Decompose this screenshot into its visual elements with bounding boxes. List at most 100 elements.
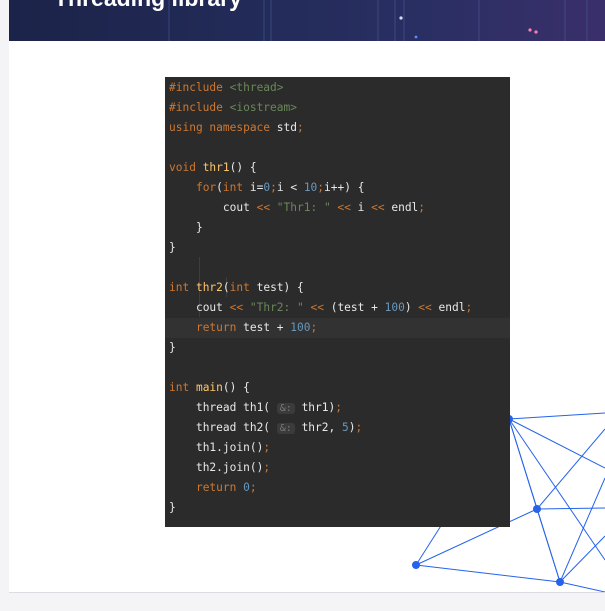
code-token: "Thr1: " — [276, 201, 331, 214]
code-token: #include — [169, 81, 230, 94]
code-line-text: } — [169, 338, 176, 358]
code-token: 0 — [243, 481, 250, 494]
code-token: i < — [276, 181, 304, 194]
code-token: ; — [263, 441, 271, 454]
code-token: ; — [465, 301, 473, 314]
code-line: cout << "Thr1: " << i << endl; — [165, 198, 510, 218]
code-token: cout — [222, 201, 257, 214]
code-token: ; — [263, 461, 271, 474]
code-token: << — [418, 301, 439, 314]
code-token: "Thr2: " — [249, 301, 304, 314]
code-line: } — [165, 338, 510, 358]
code-token: int — [222, 181, 250, 194]
code-line: } — [165, 238, 510, 258]
code-line: return 0; — [165, 478, 510, 498]
code-token: th2.join() — [195, 461, 264, 474]
code-line: thread th1( &: thr1); — [165, 398, 510, 418]
code-token: ; — [249, 481, 257, 494]
code-token: endl — [438, 301, 466, 314]
code-token: #include — [169, 101, 230, 114]
code-line: return test + 100; — [165, 318, 510, 338]
code-line: for(int i=0;i < 10;i++) { — [165, 178, 510, 198]
code-token: 100 — [290, 321, 311, 334]
code-token: ; — [355, 421, 363, 434]
code-token: test + — [243, 321, 291, 334]
code-line-text: return test + 100; — [169, 318, 317, 338]
code-token: for — [195, 181, 217, 194]
code-token: ( — [216, 181, 223, 194]
code-token: using namespace — [169, 121, 277, 134]
code-token: thr1 — [202, 161, 230, 174]
code-token: } — [169, 221, 203, 234]
code-token: thread th2( — [195, 421, 277, 434]
code-line: th2.join(); — [165, 458, 510, 478]
code-token: i= — [249, 181, 264, 194]
code-line-text: cout << "Thr2: " << (test + 100) << endl… — [169, 298, 472, 318]
code-line: } — [165, 218, 510, 238]
code-token: ; — [297, 121, 304, 134]
code-token: thr1) — [294, 401, 336, 414]
code-token: ; — [335, 401, 342, 414]
code-line-text: } — [169, 498, 176, 518]
code-token: return — [195, 321, 244, 334]
code-token: endl — [391, 201, 419, 214]
code-line: #include <thread> — [165, 78, 510, 98]
code-token: ; — [310, 321, 318, 334]
code-line-text: for(int i=0;i < 10;i++) { — [169, 178, 365, 198]
code-token: << — [256, 201, 277, 214]
code-line: using namespace std; — [165, 118, 510, 138]
code-token: << — [371, 201, 392, 214]
code-token: 10 — [303, 181, 318, 194]
code-line-text: #include <iostream> — [169, 98, 297, 118]
code-token: int — [169, 381, 196, 394]
code-line-text: void thr1() { — [169, 158, 257, 178]
code-token: thr2, — [294, 421, 342, 434]
code-token: test) { — [256, 281, 304, 294]
code-token: thr2 — [195, 281, 223, 294]
code-token: <iostream> — [229, 101, 297, 114]
code-line: #include <iostream> — [165, 98, 510, 118]
code-token: cout — [195, 301, 230, 314]
code-editor-screenshot: #include <thread> #include <iostream> usin… — [165, 77, 510, 527]
code-line: th1.join(); — [165, 438, 510, 458]
code-token: main — [195, 381, 223, 394]
code-line-text: thread th1( &: thr1); — [169, 398, 342, 419]
code-line: int thr2(int test) { — [165, 278, 510, 298]
code-token: } — [169, 341, 176, 354]
code-token: 100 — [384, 301, 405, 314]
code-line-text: return 0; — [169, 478, 257, 498]
code-token: ; — [418, 201, 426, 214]
code-token: () { — [222, 381, 250, 394]
code-line-text: thread th2( &: thr2, 5); — [169, 418, 362, 439]
code-line-text: int thr2(int test) { — [169, 278, 304, 298]
slide: Threading library #include <thread>#incl… — [9, 0, 605, 593]
code-token: () { — [229, 161, 257, 174]
code-token: int — [229, 281, 257, 294]
code-line-text: th1.join(); — [169, 438, 270, 458]
code-token: 5 — [341, 421, 349, 434]
code-token: void — [169, 161, 203, 174]
code-token: ( — [222, 281, 230, 294]
parameter-hint: &: — [276, 423, 295, 434]
code-token: ; — [270, 181, 277, 194]
code-token: ) — [404, 301, 419, 314]
code-line: } — [165, 498, 510, 518]
code-token: int — [169, 281, 196, 294]
code-token: } — [169, 241, 176, 254]
code-line-text: using namespace std; — [169, 118, 304, 138]
code-token: } — [169, 501, 176, 514]
code-token: thread th1( — [195, 401, 277, 414]
parameter-hint: &: — [276, 403, 295, 414]
code-line-text: cout << "Thr1: " << i << endl; — [169, 198, 425, 218]
code-line-text: } — [169, 238, 176, 258]
